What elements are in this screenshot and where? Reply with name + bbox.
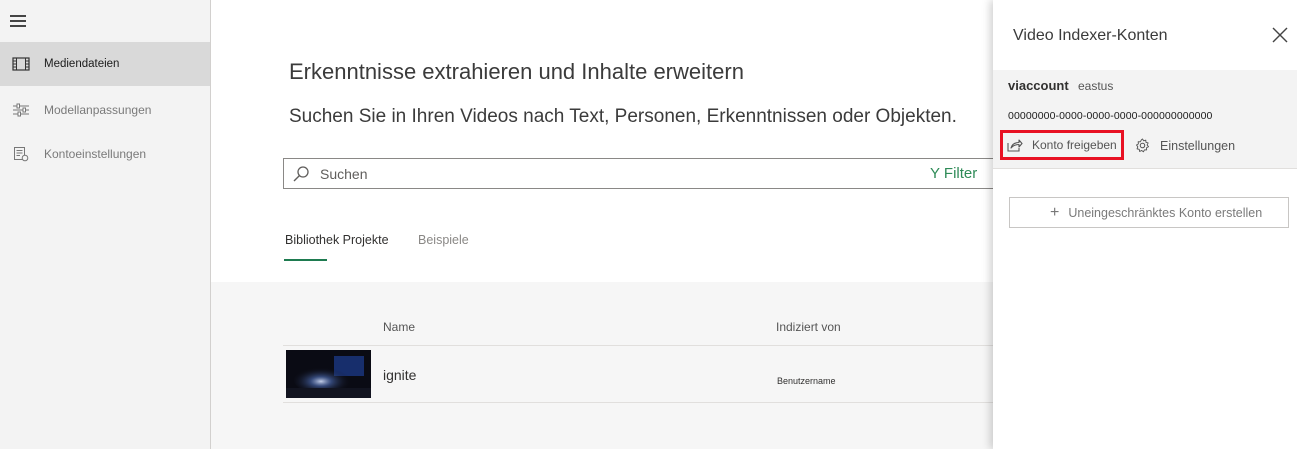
tab-beispiele[interactable]: Beispiele	[418, 233, 469, 247]
create-unlimited-account-button[interactable]: + Uneingeschränktes Konto erstellen	[1009, 197, 1289, 228]
sidebar-item-label: Kontoeinstellungen	[44, 147, 147, 161]
close-icon[interactable]	[1270, 25, 1290, 45]
film-icon	[11, 56, 31, 72]
create-unlimited-account-label: Uneingeschränktes Konto erstellen	[1068, 205, 1263, 220]
account-region: eastus	[1078, 79, 1114, 93]
account-name: viaccount	[1008, 78, 1069, 93]
sidebar-item-kontoeinstellungen[interactable]: Kontoeinstellungen	[0, 132, 210, 176]
accounts-panel: Video Indexer-Konten viaccount eastus 00…	[993, 0, 1297, 449]
sidebar-item-label: Mediendateien	[44, 58, 120, 70]
video-thumbnail[interactable]	[286, 350, 371, 398]
tab-bibliothek-projekte[interactable]: Bibliothek Projekte	[285, 233, 389, 247]
page-title: Erkenntnisse extrahieren und Inhalte erw…	[289, 59, 744, 84]
indexed-by-value: Benutzername	[777, 376, 836, 386]
search-icon	[292, 165, 310, 183]
account-id: 00000000-0000-0000-0000-000000000000	[1008, 110, 1213, 122]
hamburger-icon[interactable]	[10, 15, 28, 29]
settings-label: Einstellungen	[1160, 138, 1236, 153]
share-icon	[1007, 138, 1023, 152]
column-header-name[interactable]: Name	[383, 320, 415, 334]
account-card: viaccount eastus 00000000-0000-0000-0000…	[993, 70, 1297, 169]
divider	[283, 345, 993, 346]
media-list: Name Indiziert von ignite Benutzername	[211, 282, 993, 449]
sidebar-item-mediendateien[interactable]: Mediendateien	[0, 42, 210, 86]
search-input[interactable]	[320, 165, 920, 182]
sliders-icon	[11, 102, 31, 118]
divider	[283, 402, 993, 403]
main-content: Erkenntnisse extrahieren und Inhalte erw…	[211, 0, 1003, 449]
share-account-label: Konto freigeben	[1032, 138, 1117, 152]
sidebar: Mediendateien Modellanpassungen Kontoein…	[0, 0, 211, 449]
active-tab-indicator	[284, 259, 327, 261]
gear-icon	[1135, 138, 1150, 153]
column-header-indexed-by[interactable]: Indiziert von	[776, 320, 841, 334]
settings-button[interactable]: Einstellungen	[1135, 138, 1235, 153]
search-box[interactable]: Y Filter	[283, 158, 1003, 189]
video-name[interactable]: ignite	[383, 367, 416, 383]
plus-icon: +	[1050, 203, 1060, 221]
page-subtitle: Suchen Sie in Ihren Videos nach Text, Pe…	[289, 106, 957, 127]
sidebar-item-label: Modellanpassungen	[44, 103, 152, 117]
filter-button[interactable]: Y Filter	[930, 165, 977, 182]
panel-title: Video Indexer-Konten	[1013, 27, 1168, 44]
account-settings-icon	[11, 146, 31, 162]
sidebar-item-modellanpassungen[interactable]: Modellanpassungen	[0, 88, 210, 132]
share-account-button[interactable]: Konto freigeben	[1000, 130, 1124, 160]
